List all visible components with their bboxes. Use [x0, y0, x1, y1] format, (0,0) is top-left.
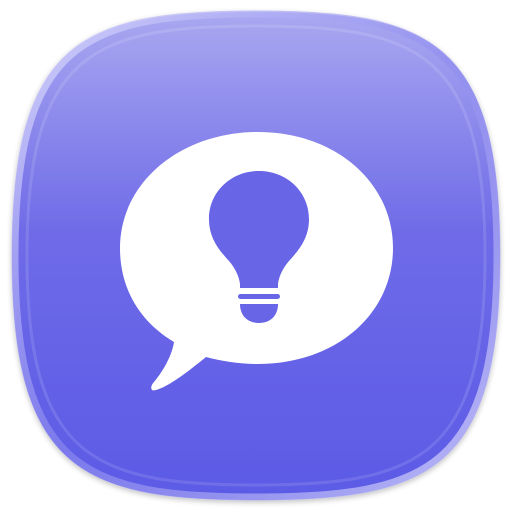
app-icon[interactable]: [0, 0, 512, 512]
app-icon-canvas: [0, 0, 512, 512]
